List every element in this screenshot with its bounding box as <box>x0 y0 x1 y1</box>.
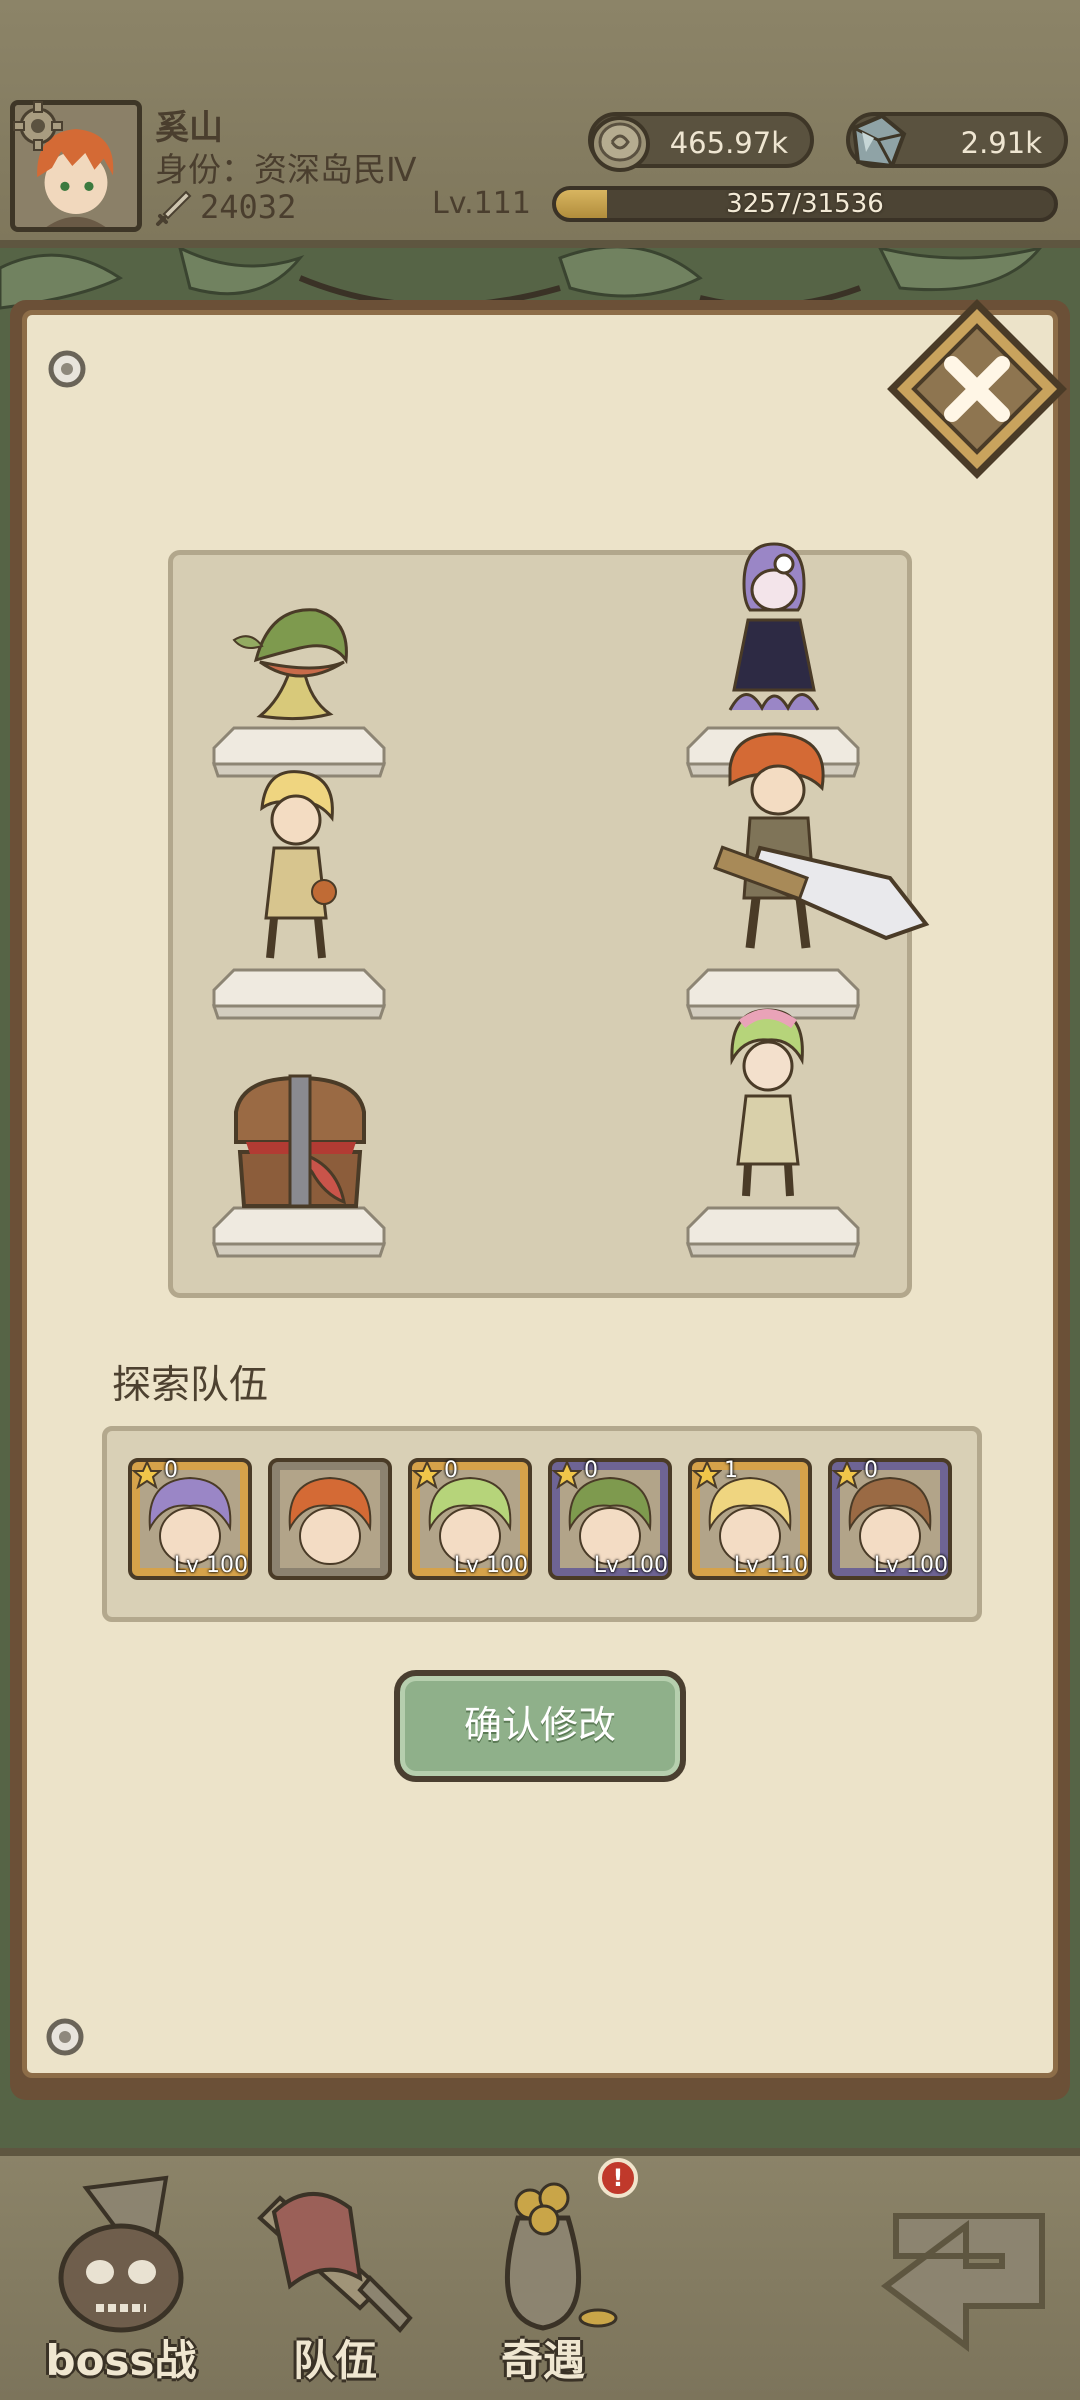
nav-adventure[interactable]: 奇遇 <box>448 2168 638 2388</box>
player-level: Lv.111 <box>432 186 531 221</box>
flower-girl-unit[interactable] <box>702 1004 832 1204</box>
member-level: Lv 100 <box>173 1553 248 1578</box>
pin-icon <box>46 2018 84 2056</box>
team-member-card[interactable]: 0 Lv 100 <box>128 1458 252 1580</box>
formation-slot[interactable] <box>204 962 394 1022</box>
nav-boss-battle[interactable]: boss战 <box>26 2168 216 2388</box>
coin-amount: 465.97k <box>669 126 788 160</box>
settings-gear-icon[interactable] <box>12 100 64 152</box>
skull-axe-icon <box>58 2175 184 2333</box>
sword-power-icon <box>156 190 192 226</box>
flytrap-plant-unit[interactable] <box>220 600 370 730</box>
formation-slot[interactable] <box>678 1200 868 1260</box>
star-count: 0 <box>164 1458 178 1483</box>
team-flag-icon <box>257 2192 413 2333</box>
nav-adventure-label: 奇遇 <box>500 2336 585 2385</box>
coin-icon <box>590 116 650 172</box>
experience-bar: 3257/31536 <box>552 186 1058 222</box>
member-level: Lv 100 <box>453 1553 528 1578</box>
close-button[interactable] <box>884 296 1070 482</box>
combat-power-value: 24032 <box>200 188 297 226</box>
member-level: Lv 100 <box>593 1553 668 1578</box>
star-count: 1 <box>724 1458 738 1483</box>
team-member-card[interactable] <box>268 1458 392 1580</box>
member-level: Lv 110 <box>733 1553 808 1578</box>
nav-team[interactable]: 队伍 <box>240 2168 430 2388</box>
sword-hero-unit[interactable] <box>690 728 930 968</box>
team-member-card[interactable]: 0 Lv 100 <box>828 1458 952 1580</box>
gem-amount: 2.91k <box>960 126 1042 160</box>
pin-icon <box>48 350 86 388</box>
member-level: Lv 100 <box>873 1553 948 1578</box>
nav-team-label: 队伍 <box>292 2336 377 2385</box>
close-icon <box>887 299 1067 479</box>
gem-icon <box>851 113 907 169</box>
team-member-card[interactable]: 0 Lv 100 <box>548 1458 672 1580</box>
star-count: 0 <box>444 1458 458 1483</box>
notification-badge: ! <box>598 2158 638 2198</box>
player-title: 身份：资深岛民Ⅳ <box>155 150 417 189</box>
nav-boss-label: boss战 <box>45 2336 197 2385</box>
player-name: 奚山 <box>155 108 223 148</box>
mimic-chest-unit[interactable] <box>226 1072 376 1222</box>
octopus-girl-unit[interactable] <box>718 540 828 730</box>
team-member-card[interactable]: 0 Lv 100 <box>408 1458 532 1580</box>
return-arrow-icon <box>881 2213 1045 2352</box>
team-member-card[interactable]: 1 Lv 110 <box>688 1458 812 1580</box>
team-section-label: 探索队伍 <box>112 1363 269 1408</box>
star-count: 0 <box>584 1458 598 1483</box>
star-icon <box>132 1460 162 1490</box>
star-icon <box>832 1460 862 1490</box>
back-button[interactable] <box>866 2196 1062 2366</box>
blonde-hunter-unit[interactable] <box>236 768 356 968</box>
experience-text: 3257/31536 <box>726 189 884 219</box>
gem-counter[interactable]: 2.91k <box>846 112 1068 169</box>
coin-counter[interactable]: 465.97k <box>588 112 814 172</box>
star-icon <box>412 1460 442 1490</box>
star-icon <box>692 1460 722 1490</box>
confirm-changes-button[interactable]: 确认修改 <box>394 1670 686 1782</box>
sword-hero-portrait <box>268 1458 392 1580</box>
star-count: 0 <box>864 1458 878 1483</box>
star-icon <box>552 1460 582 1490</box>
